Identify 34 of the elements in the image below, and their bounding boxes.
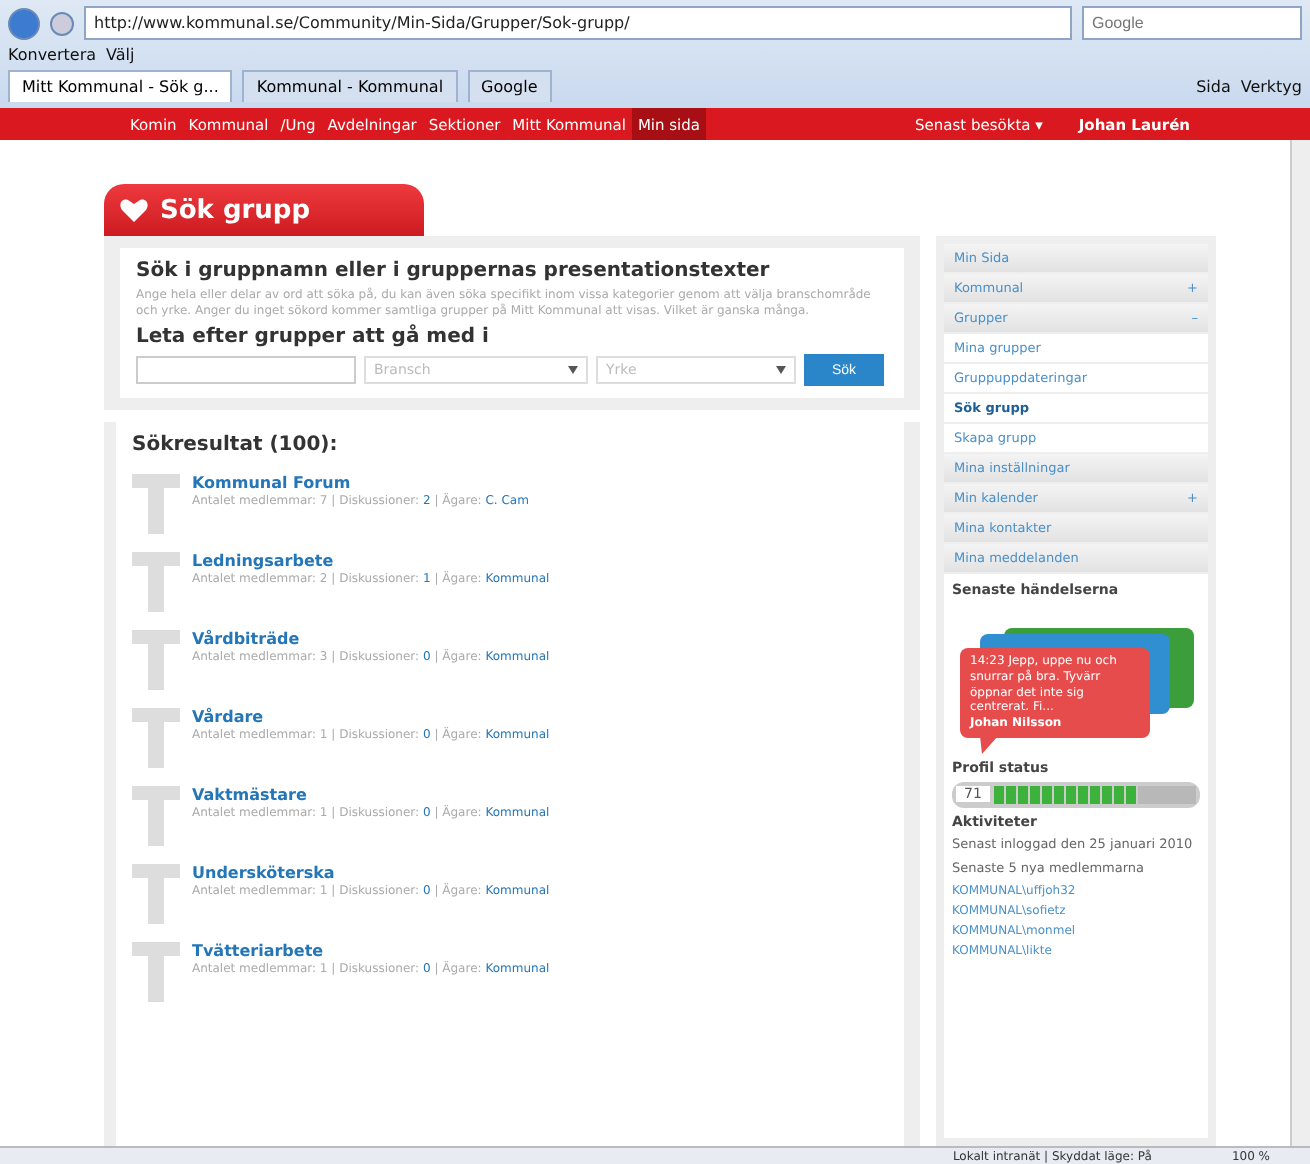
group-placeholder-icon [132, 786, 180, 847]
search-field[interactable]: Google [1082, 6, 1302, 40]
search-heading: Sök i gruppnamn eller i gruppernas presentationstexter [136, 260, 772, 282]
join-heading: Leta efter grupper att gå med i [136, 326, 491, 349]
toolbar-menu[interactable]: Sida [1196, 77, 1231, 95]
group-name-link[interactable]: Undersköterska [192, 864, 550, 883]
results-heading: Sökresultat (100): [132, 434, 340, 457]
forward-button[interactable] [50, 11, 74, 35]
group-name-link[interactable]: Ledningsarbete [192, 552, 550, 571]
group-placeholder-icon [132, 942, 180, 1003]
back-button[interactable] [8, 7, 40, 39]
toolbar-menu[interactable]: Verktyg [1240, 77, 1302, 95]
group-placeholder-icon [132, 630, 180, 691]
group-name-link[interactable]: Tvätteriarbete [192, 942, 550, 961]
address-field[interactable]: http://www.kommunal.se/Community/Min-Sida/Grupper/Sok-grupp/ [84, 6, 1072, 40]
group-name-link[interactable]: Vårdbiträde [192, 630, 550, 649]
favorites-link[interactable]: Välj [106, 46, 135, 64]
heart-icon [120, 197, 148, 223]
group-name-link[interactable]: Vaktmästare [192, 786, 550, 805]
caret-icon [776, 366, 786, 375]
caret-icon [568, 366, 578, 375]
browser-tab[interactable]: Mitt Kommunal - Sök g... [8, 70, 233, 102]
search-input[interactable] [136, 356, 356, 385]
group-name-link[interactable]: Kommunal Forum [192, 474, 529, 493]
group-placeholder-icon [132, 864, 180, 925]
group-name-link[interactable]: Vårdare [192, 708, 550, 727]
browser-tab[interactable]: Google [467, 70, 552, 102]
browser-tab[interactable]: Kommunal - Kommunal [242, 70, 458, 102]
group-placeholder-icon [132, 474, 180, 535]
scrollbar[interactable] [1290, 140, 1310, 1146]
group-placeholder-icon [132, 552, 180, 613]
group-placeholder-icon [132, 708, 180, 769]
favorites-link[interactable]: Konvertera [8, 46, 97, 64]
bubble-tail-icon [980, 735, 1000, 754]
